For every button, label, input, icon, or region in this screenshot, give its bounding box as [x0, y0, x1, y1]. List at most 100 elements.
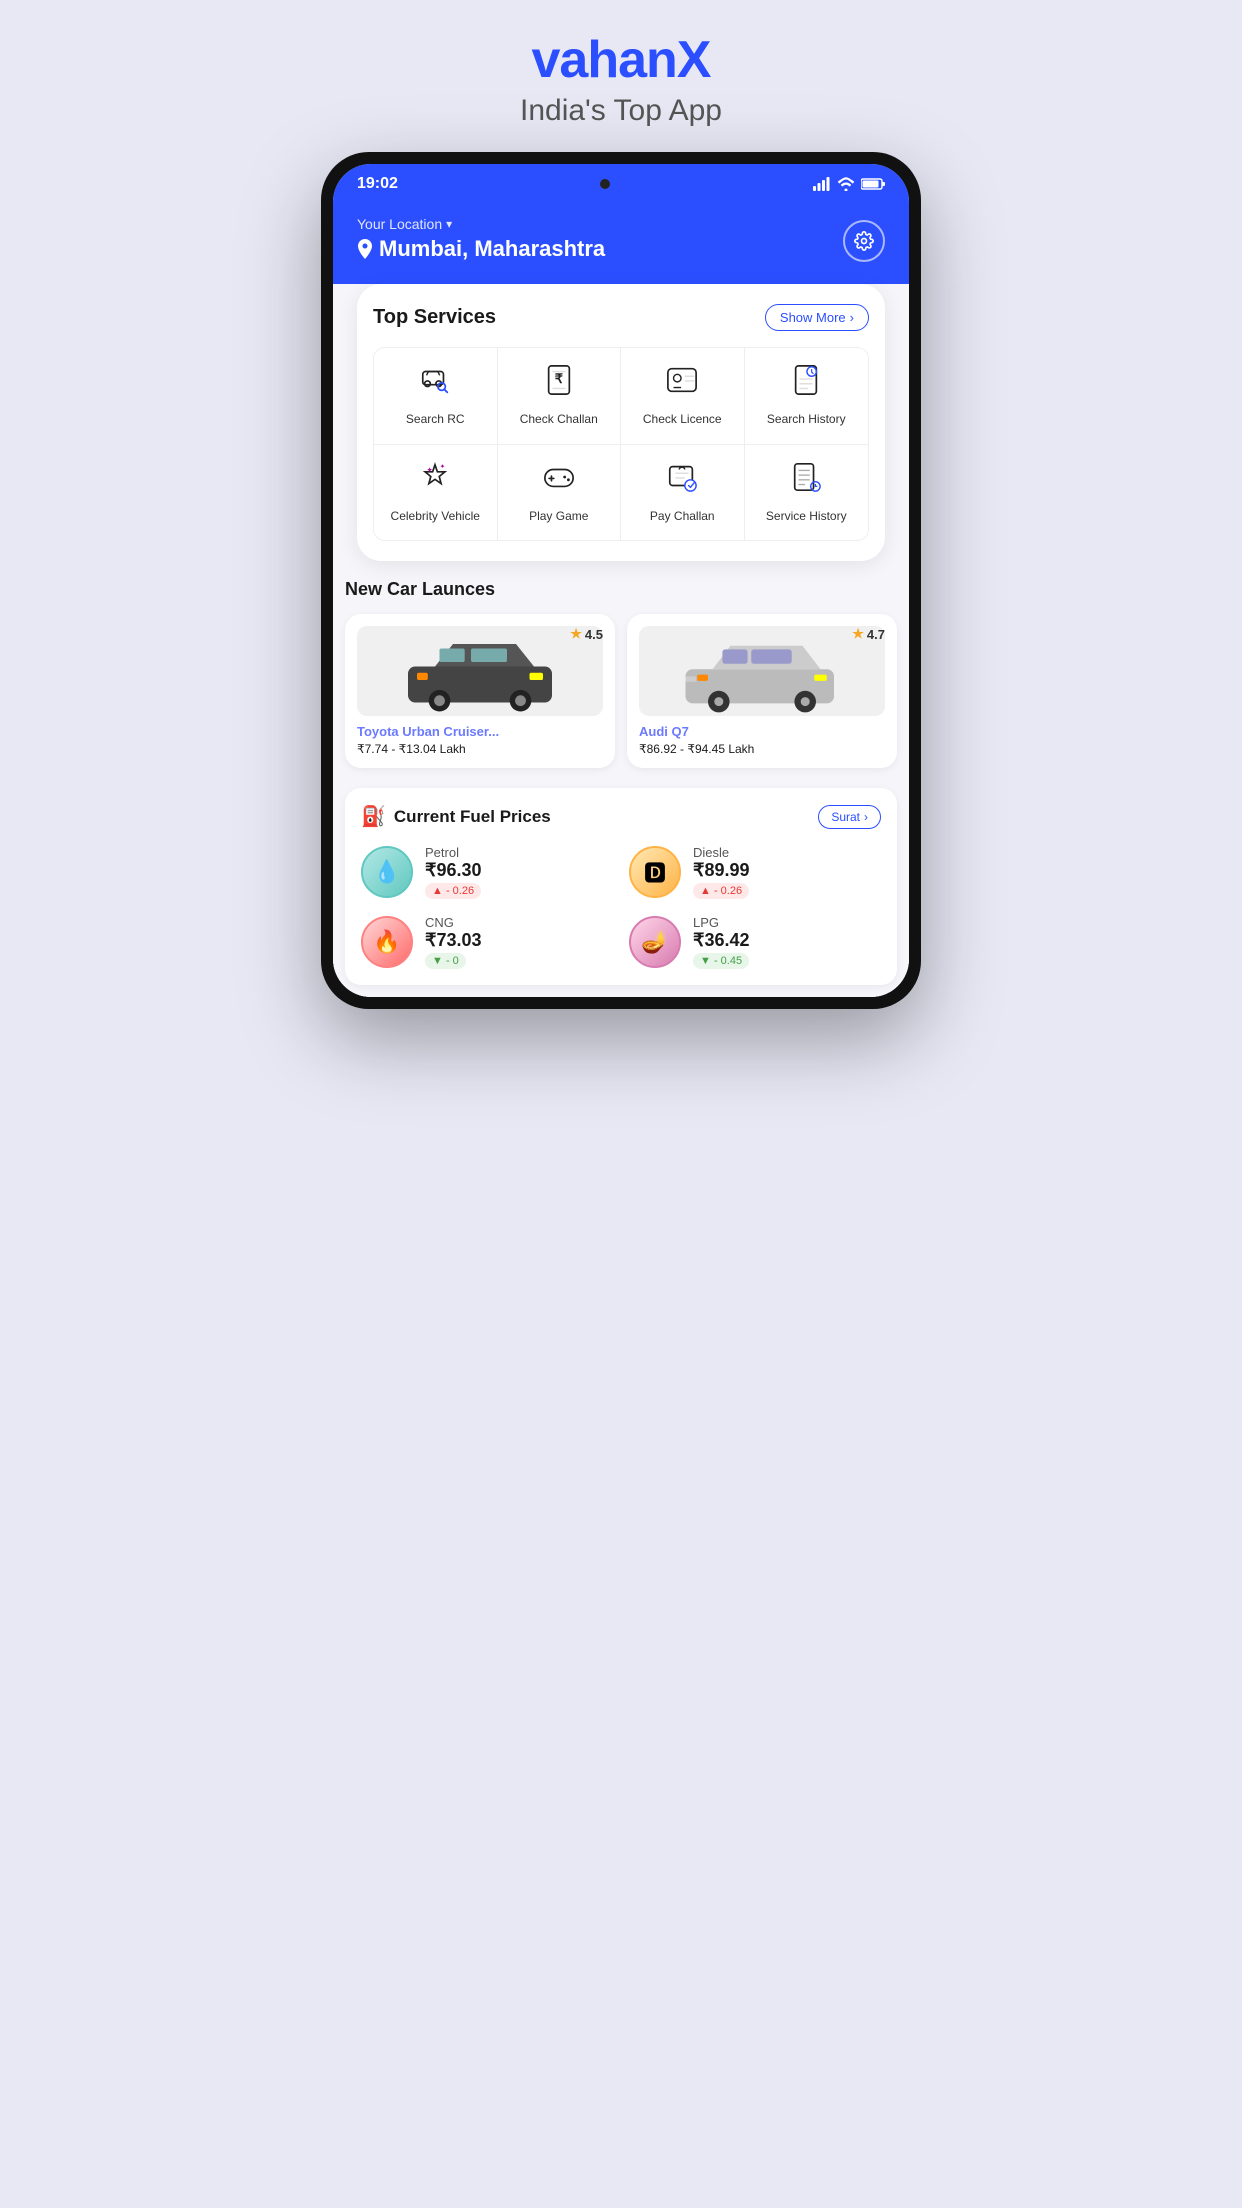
fuel-title: ⛽ Current Fuel Prices: [361, 804, 551, 829]
chevron-down-icon: ▾: [446, 217, 452, 231]
fuel-type-petrol: Petrol: [425, 845, 482, 860]
brand-header: vahanX India's Top App: [520, 30, 722, 128]
star-icon-2: ★: [852, 626, 864, 642]
fuel-header: ⛽ Current Fuel Prices Surat ›: [361, 804, 881, 829]
car-card-top-1: ★ 4.5: [357, 626, 603, 716]
fuel-info-cng: CNG ₹73.03 ▼ - 0: [425, 915, 482, 969]
fuel-price-lpg: ₹36.42: [693, 930, 750, 951]
service-item-check-challan[interactable]: ₹ Check Challan: [498, 348, 622, 445]
location-info: Your Location ▾ Mumbai, Maharashtra: [357, 216, 605, 262]
fuel-item-petrol: 💧 Petrol ₹96.30 ▲ - 0.26: [361, 845, 613, 899]
service-item-pay-challan[interactable]: Pay Challan: [621, 445, 745, 541]
fuel-pump-icon: ⛽: [361, 804, 386, 829]
service-item-search-rc[interactable]: Search RC: [374, 348, 498, 445]
new-cars-section: New Car Launces ★ 4.5: [345, 579, 897, 768]
show-more-button[interactable]: Show More ›: [765, 304, 869, 331]
fuel-grid: 💧 Petrol ₹96.30 ▲ - 0.26 🅳 Diesle: [361, 845, 881, 969]
lpg-icon: 🪔: [629, 916, 681, 968]
status-icons: [813, 177, 885, 191]
fuel-item-cng: 🔥 CNG ₹73.03 ▼ - 0: [361, 915, 613, 969]
game-icon: [543, 461, 575, 501]
fuel-change-diesel: ▲ - 0.26: [693, 883, 749, 899]
battery-icon: [861, 178, 885, 190]
service-label-search-rc: Search RC: [406, 412, 465, 428]
brand-subtitle: India's Top App: [520, 94, 722, 128]
location-label[interactable]: Your Location ▾: [357, 216, 605, 232]
fuel-change-cng: ▼ - 0: [425, 953, 466, 969]
car-rating-2: ★ 4.7: [852, 626, 885, 642]
services-header: Top Services Show More ›: [373, 304, 869, 331]
brand-title: vahanX: [520, 30, 722, 90]
car-search-icon: [419, 364, 451, 404]
fuel-change-petrol: ▲ - 0.26: [425, 883, 481, 899]
car-image-2: [639, 626, 885, 716]
fuel-info-petrol: Petrol ₹96.30 ▲ - 0.26: [425, 845, 482, 899]
car-rating-1: ★ 4.5: [570, 626, 603, 642]
svg-text:✦: ✦: [440, 462, 446, 470]
car-price-2: ₹86.92 - ₹94.45 Lakh: [639, 742, 885, 756]
service-item-play-game[interactable]: Play Game: [498, 445, 622, 541]
car-card-2[interactable]: ★ 4.7: [627, 614, 897, 768]
fuel-item-lpg: 🪔 LPG ₹36.42 ▼ - 0.45: [629, 915, 881, 969]
fuel-info-lpg: LPG ₹36.42 ▼ - 0.45: [693, 915, 750, 969]
service-label-celebrity-vehicle: Celebrity Vehicle: [391, 509, 480, 525]
star-icon: ★: [570, 626, 582, 642]
gear-icon: [854, 231, 874, 251]
services-title: Top Services: [373, 306, 496, 329]
car-card-1[interactable]: ★ 4.5: [345, 614, 615, 768]
service-label-check-licence: Check Licence: [643, 412, 722, 428]
celebrity-icon: ✦ ✦: [419, 461, 451, 501]
chevron-right-icon: ›: [850, 310, 854, 325]
signal-icon: [813, 177, 831, 191]
top-section: Your Location ▾ Mumbai, Maharashtra: [333, 202, 909, 282]
status-time: 19:02: [357, 175, 398, 193]
diesel-icon: 🅳: [629, 846, 681, 898]
brand-title-plain: vahan: [532, 31, 677, 89]
svg-text:✦: ✦: [427, 465, 434, 474]
history-icon: [790, 364, 822, 404]
service-history-icon: [790, 461, 822, 501]
services-grid: Search RC ₹ Check Ch: [373, 347, 869, 541]
pay-challan-icon: [666, 461, 698, 501]
service-item-service-history[interactable]: Service History: [745, 445, 869, 541]
fuel-type-lpg: LPG: [693, 915, 750, 930]
car-name-2: Audi Q7: [639, 724, 885, 739]
phone-screen: 19:02: [333, 164, 909, 997]
service-item-celebrity-vehicle[interactable]: ✦ ✦ Celebrity Vehicle: [374, 445, 498, 541]
cng-icon: 🔥: [361, 916, 413, 968]
fuel-price-cng: ₹73.03: [425, 930, 482, 951]
status-bar: 19:02: [333, 164, 909, 202]
phone-frame: 19:02: [321, 152, 921, 1009]
chevron-right-icon: ›: [864, 810, 868, 824]
location-pin-icon: [357, 239, 373, 259]
service-label-play-game: Play Game: [529, 509, 588, 525]
fuel-item-diesel: 🅳 Diesle ₹89.99 ▲ - 0.26: [629, 845, 881, 899]
service-label-service-history: Service History: [766, 509, 847, 525]
car-card-top-2: ★ 4.7: [639, 626, 885, 716]
fuel-type-diesel: Diesle: [693, 845, 750, 860]
service-item-check-licence[interactable]: Check Licence: [621, 348, 745, 445]
petrol-icon: 💧: [361, 846, 413, 898]
fuel-price-petrol: ₹96.30: [425, 860, 482, 881]
location-city: Mumbai, Maharashtra: [357, 236, 605, 262]
service-label-search-history: Search History: [767, 412, 846, 428]
cars-row: ★ 4.5: [345, 614, 897, 768]
service-label-check-challan: Check Challan: [520, 412, 598, 428]
top-services-card: Top Services Show More ›: [357, 284, 885, 561]
fuel-change-lpg: ▼ - 0.45: [693, 953, 749, 969]
car-price-1: ₹7.74 - ₹13.04 Lakh: [357, 742, 603, 756]
settings-button[interactable]: [843, 220, 885, 262]
car-image-1: [357, 626, 603, 716]
fuel-price-diesel: ₹89.99: [693, 860, 750, 881]
city-selector-button[interactable]: Surat ›: [818, 805, 881, 829]
new-cars-title: New Car Launces: [345, 579, 897, 600]
brand-title-x: X: [677, 31, 711, 89]
fuel-prices-card: ⛽ Current Fuel Prices Surat › 💧: [345, 788, 897, 985]
wifi-icon: [837, 177, 855, 191]
challan-icon: ₹: [543, 364, 575, 404]
licence-icon: [666, 364, 698, 404]
svg-text:₹: ₹: [555, 371, 564, 386]
fuel-info-diesel: Diesle ₹89.99 ▲ - 0.26: [693, 845, 750, 899]
service-label-pay-challan: Pay Challan: [650, 509, 715, 525]
service-item-search-history[interactable]: Search History: [745, 348, 869, 445]
